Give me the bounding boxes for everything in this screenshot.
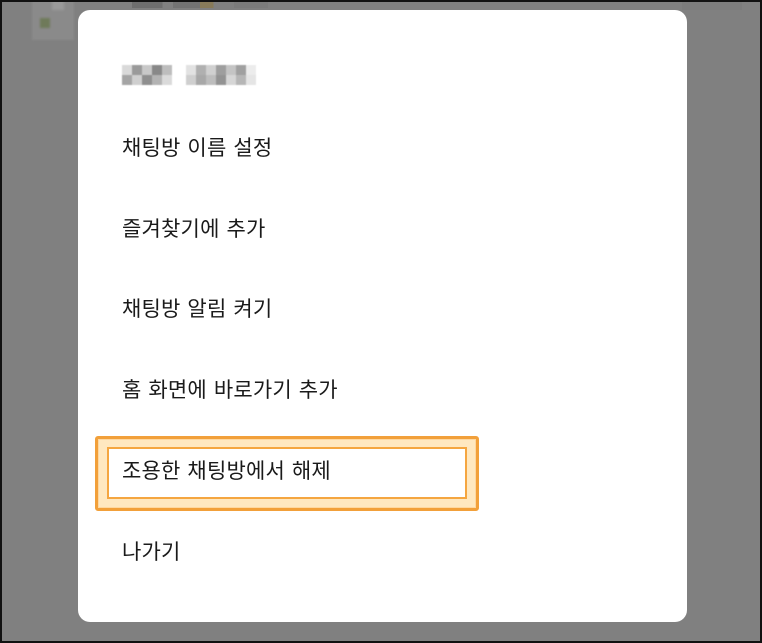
menu-item-home-shortcut[interactable]: 홈 화면에 바로가기 추가 — [122, 370, 338, 410]
menu-item-notifications-on[interactable]: 채팅방 알림 켜기 — [122, 289, 272, 329]
menu-item-add-favorite[interactable]: 즐겨찾기에 추가 — [122, 209, 266, 249]
background-timestamp — [682, 2, 742, 10]
menu-item-unset-quiet-room[interactable]: 조용한 채팅방에서 해제 — [122, 451, 331, 491]
dialog-title-redacted — [122, 62, 256, 88]
chatroom-options-dialog: 채팅방 이름 설정 즐겨찾기에 추가 채팅방 알림 켜기 홈 화면에 바로가기 … — [78, 10, 687, 622]
redacted-block — [122, 65, 172, 85]
screen-frame: 채팅방 이름 설정 즐겨찾기에 추가 채팅방 알림 켜기 홈 화면에 바로가기 … — [0, 0, 762, 643]
redacted-block — [186, 65, 256, 85]
menu-item-leave[interactable]: 나가기 — [122, 532, 181, 572]
background-avatar — [32, 2, 74, 40]
background-message-preview — [132, 2, 302, 8]
menu-item-rename[interactable]: 채팅방 이름 설정 — [122, 128, 272, 168]
